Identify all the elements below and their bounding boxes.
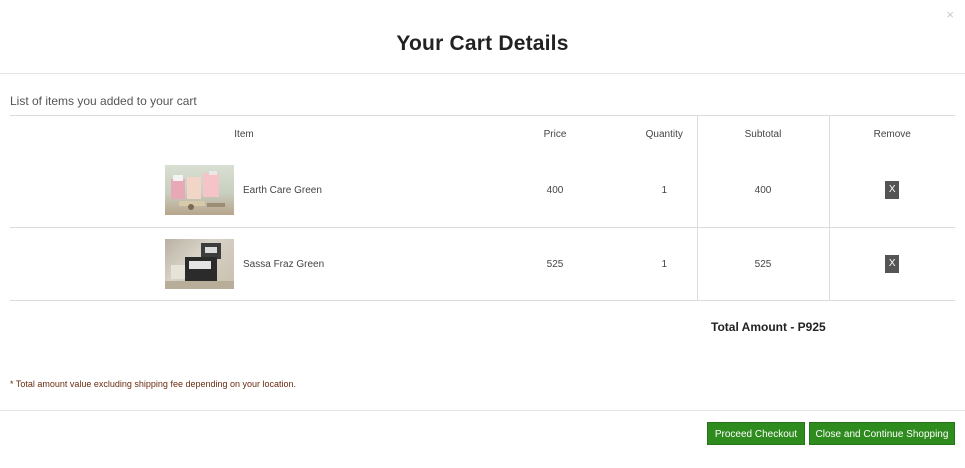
item-quantity: 1: [661, 184, 668, 196]
list-caption: List of items you added to your cart: [10, 94, 197, 108]
item-cell: Sassa Fraz Green: [10, 227, 478, 301]
total-amount: Total Amount - P925: [711, 320, 826, 334]
table-row: Sassa Fraz Green 525 1 525 X: [10, 227, 955, 301]
remove-button[interactable]: X: [885, 181, 900, 200]
table-row: Earth Care Green 400 1 400 X: [10, 153, 955, 228]
remove-button[interactable]: X: [885, 255, 900, 273]
header-remove: Remove: [828, 115, 955, 154]
product-image: [165, 239, 234, 289]
remove-cell: X: [828, 227, 955, 301]
item-name: Earth Care Green: [243, 184, 322, 196]
footer-divider: [0, 410, 965, 411]
proceed-checkout-button[interactable]: Proceed Checkout: [707, 422, 805, 445]
modal-title: Your Cart Details: [396, 32, 569, 55]
header-item: Item: [10, 115, 478, 154]
close-icon[interactable]: ×: [946, 8, 954, 21]
cart-table: Item Price Quantity Subtotal Remove Eart…: [10, 115, 955, 301]
header-quantity: Quantity: [632, 115, 697, 154]
item-subtotal: 400: [696, 153, 829, 228]
item-cell: Earth Care Green: [10, 154, 478, 228]
item-name: Sassa Fraz Green: [243, 258, 325, 270]
product-image-graphic: [171, 171, 225, 211]
product-image-graphic: [165, 243, 234, 289]
item-price: 525: [478, 227, 632, 301]
product-image: [165, 165, 234, 216]
table-header-row: Item Price Quantity Subtotal Remove: [10, 115, 955, 154]
header-divider: [0, 73, 965, 74]
item-quantity: 1: [632, 227, 697, 301]
remove-cell: X: [828, 153, 955, 228]
header-subtotal: Subtotal: [696, 115, 829, 154]
item-subtotal: 525: [696, 227, 829, 301]
header-price: Price: [478, 115, 632, 154]
item-price: 400: [546, 184, 564, 196]
continue-shopping-button[interactable]: Close and Continue Shopping: [809, 422, 955, 445]
shipping-note: * Total amount value excluding shipping …: [10, 379, 297, 389]
